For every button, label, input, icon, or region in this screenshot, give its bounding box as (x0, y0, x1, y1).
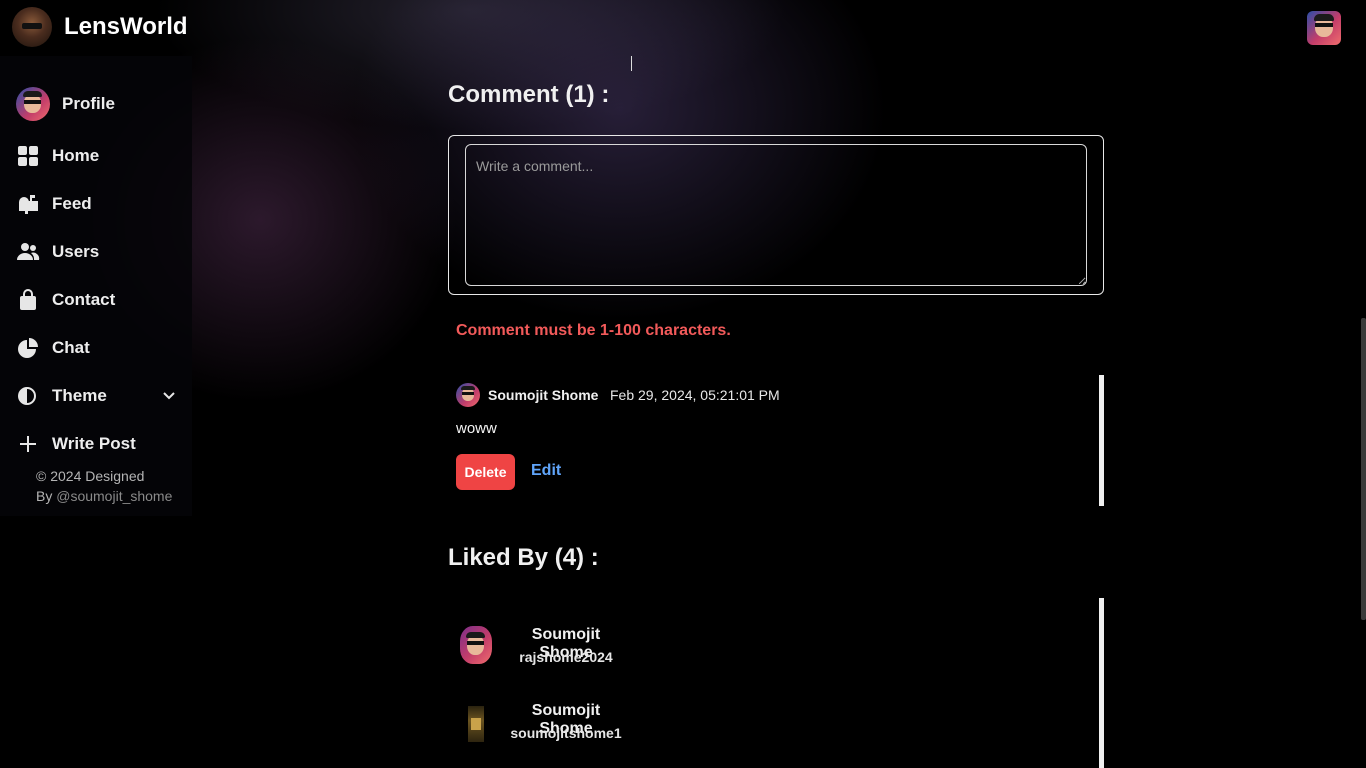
user-username: rajshome2024 (519, 649, 613, 665)
comment-text: woww (456, 420, 497, 437)
bag-icon (20, 289, 36, 310)
comment-item: Soumojit Shome Feb 29, 2024, 05:21:01 PM… (448, 375, 1104, 506)
list-item[interactable]: Soumojit Shome soumojitshome1 (448, 702, 668, 764)
mailbox-icon (19, 195, 38, 214)
sidebar-item-label: Home (52, 146, 100, 165)
sidebar-item-label: Write Post (52, 434, 136, 453)
contrast-icon (18, 387, 36, 405)
comment-error-message: Comment must be 1-100 characters. (456, 322, 731, 339)
liked-by-title: Liked By (4) : (448, 544, 599, 571)
sidebar-item-label: Feed (52, 194, 92, 213)
sidebar-item-write-post[interactable]: Write Post (16, 427, 186, 461)
edit-button[interactable]: Edit (531, 462, 561, 480)
sidebar-item-contact[interactable]: Contact (16, 283, 186, 317)
sidebar-item-label: Contact (52, 290, 116, 309)
delete-button[interactable]: Delete (456, 454, 515, 490)
sidebar-item-chat[interactable]: Chat (16, 331, 186, 365)
copyright-line: By @soumojit_shome (36, 486, 172, 506)
plus-icon (20, 436, 36, 452)
sidebar-item-users[interactable]: Users (16, 235, 186, 269)
copyright-line: © 2024 Designed (36, 468, 145, 484)
comment-author[interactable]: Soumojit Shome (488, 387, 598, 403)
scrollbar-thumb[interactable] (1361, 318, 1366, 620)
avatar (16, 87, 50, 121)
comment-form (448, 135, 1104, 295)
copyright-by: By (36, 488, 57, 504)
top-bar: LensWorld (0, 0, 1366, 56)
sidebar-item-label: Profile (62, 94, 115, 113)
liked-by-list: Soumojit Shome rajshome2024 Soumojit Sho… (448, 598, 1104, 768)
sidebar-item-profile[interactable]: Profile (16, 87, 186, 121)
sidebar-item-label: Users (52, 242, 100, 261)
sidebar-item-label: Chat (52, 338, 90, 357)
sidebar-item-feed[interactable]: Feed (16, 187, 186, 221)
sidebar: Profile Home Feed Users Contact Chat The… (0, 56, 192, 516)
app-title[interactable]: LensWorld (64, 13, 188, 41)
user-username: soumojitshome1 (510, 725, 622, 741)
comments-title: Comment (1) : (448, 81, 610, 108)
comment-date: Feb 29, 2024, 05:21:01 PM (610, 387, 780, 403)
author-handle-link[interactable]: @soumojit_shome (56, 488, 172, 504)
avatar (460, 626, 492, 664)
sidebar-item-home[interactable]: Home (16, 139, 186, 173)
grid-icon (18, 146, 38, 166)
copyright: © 2024 Designed By @soumojit_shome (36, 466, 172, 506)
sidebar-item-label: Theme (52, 386, 107, 405)
user-avatar[interactable] (1307, 11, 1341, 45)
pie-icon (18, 338, 38, 358)
users-icon (17, 243, 40, 260)
logo-avatar[interactable] (12, 7, 52, 47)
comment-input[interactable] (465, 144, 1087, 286)
text-cursor (631, 56, 632, 71)
list-item[interactable]: Soumojit Shome rajshome2024 (448, 626, 668, 688)
avatar (468, 706, 484, 742)
chevron-down-icon[interactable] (162, 389, 176, 403)
avatar[interactable] (456, 383, 480, 407)
sidebar-item-theme[interactable]: Theme (16, 379, 186, 413)
